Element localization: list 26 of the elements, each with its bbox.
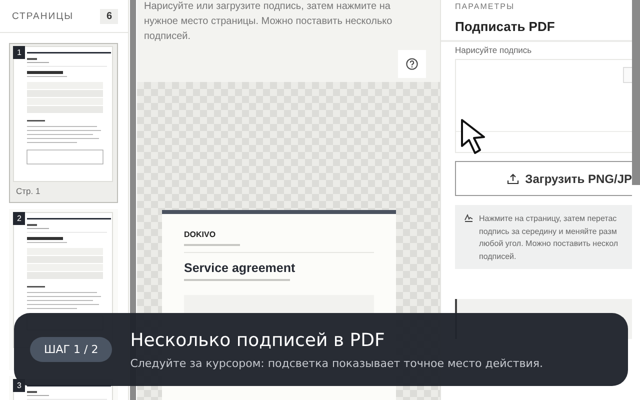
field-label: Нарисуйте подпись — [455, 45, 532, 55]
page-caption: Стр. 1 — [15, 185, 42, 198]
section-label: ПАРАМЕТРЫ — [455, 2, 515, 11]
scrollbar[interactable] — [632, 0, 640, 185]
help-icon — [406, 58, 418, 70]
hint-text: любой угол. Можно поставить нескол — [479, 238, 618, 250]
clear-button[interactable] — [623, 67, 632, 83]
hint-text: Нажмите на страницу, затем перетас — [479, 213, 618, 225]
signature-icon — [464, 214, 473, 222]
sidebar-title: СТРАНИЦЫ — [12, 10, 74, 22]
step-badge: ШАГ 1 / 2 — [30, 337, 112, 362]
instructions-text: Нарисуйте или загрузите подпись, затем нажмите на нужное место страницы. Можно поставить несколько подписей. — [144, 0, 394, 44]
page-thumbnail[interactable]: 1 Стр. 1 — [9, 43, 118, 203]
hint-text: подпись за середину и меняйте разм — [479, 226, 618, 238]
panel-title: Подписать PDF — [455, 19, 555, 34]
document-meta-line — [184, 244, 240, 246]
page-number: 2 — [13, 212, 26, 225]
help-button[interactable] — [398, 50, 426, 78]
signature-pad[interactable] — [455, 59, 632, 153]
upload-icon — [507, 172, 520, 184]
page-number: 1 — [13, 46, 26, 59]
upload-button[interactable]: Загрузить PNG/JP — [455, 161, 632, 196]
hint-text: подписей. — [479, 250, 518, 263]
document-title: Service agreement — [184, 261, 296, 275]
page-count: 6 — [100, 8, 118, 24]
document-brand: DOKIVO — [184, 230, 216, 239]
